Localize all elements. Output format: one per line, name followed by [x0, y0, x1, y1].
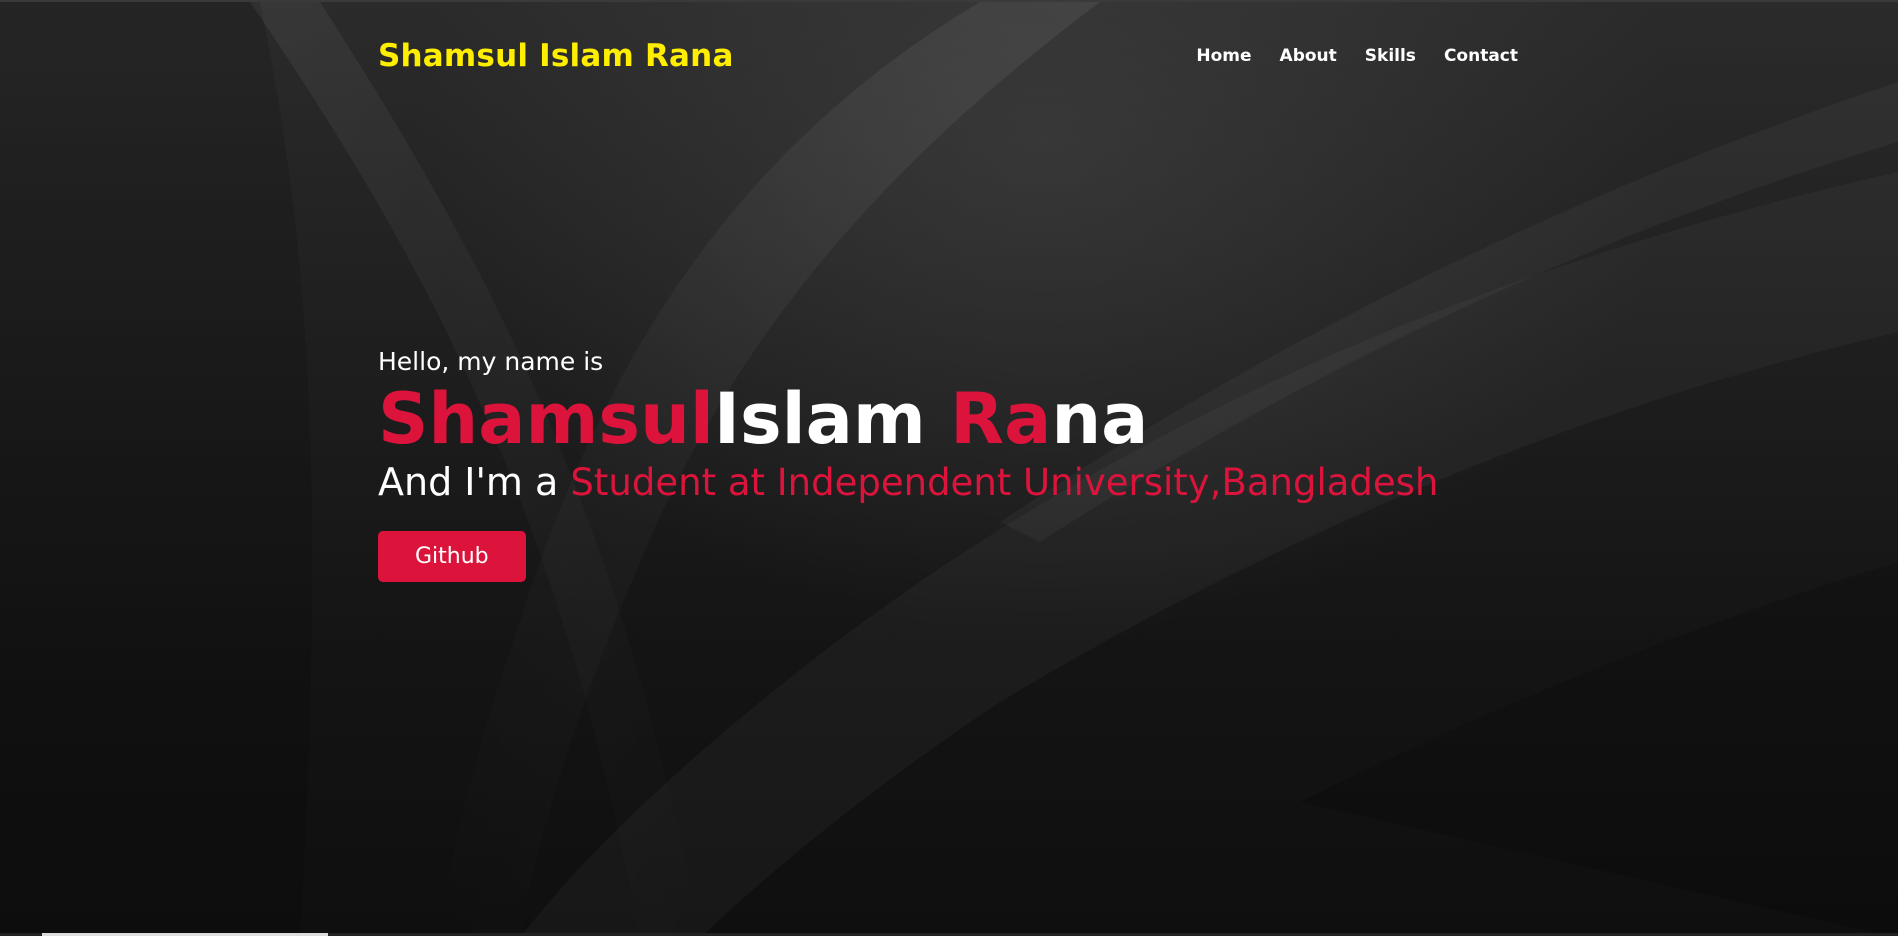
hero-role: And I'm a Student at Independent Univers…: [378, 454, 1578, 511]
hero-name-part-3: Ra: [950, 378, 1052, 460]
nav-item-about[interactable]: About: [1280, 46, 1337, 66]
hero-greeting: Hello, my name is: [378, 347, 604, 376]
nav-item-contact[interactable]: Contact: [1444, 46, 1518, 66]
brand-logo[interactable]: Shamsul Islam Rana: [378, 38, 734, 74]
hero-name-part-1: Shamsul: [378, 378, 714, 460]
hero-role-prefix: And I'm a: [378, 460, 571, 504]
github-button[interactable]: Github: [378, 531, 526, 582]
hero-name-part-4: na: [1051, 378, 1149, 460]
hero-role-highlight: Student at Independent University,Bangla…: [570, 461, 1439, 504]
hero-name: ShamsulIslam Rana: [378, 380, 1578, 458]
nav-item-home[interactable]: Home: [1196, 46, 1251, 66]
nav-menu: Home About Skills Contact: [1196, 46, 1518, 66]
portfolio-page: Shamsul Islam Rana Home About Skills Con…: [0, 0, 1898, 936]
navbar: Shamsul Islam Rana Home About Skills Con…: [378, 32, 1518, 80]
nav-item-skills[interactable]: Skills: [1365, 46, 1416, 66]
hero-section: Hello, my name is ShamsulIslam Rana And …: [378, 342, 1578, 582]
hero-name-part-2: Islam: [713, 378, 951, 460]
